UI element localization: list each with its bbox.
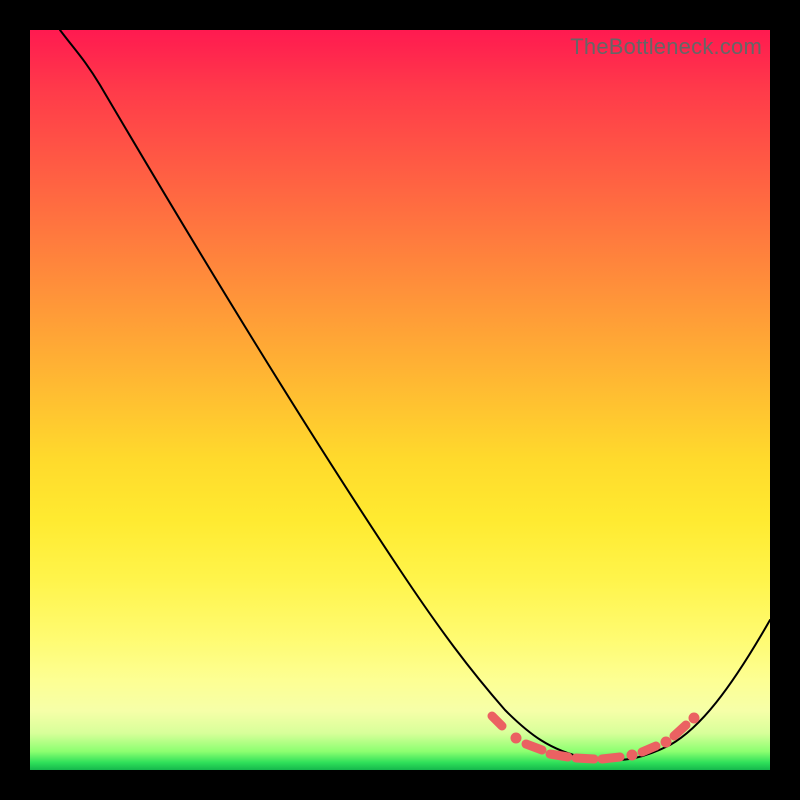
marker-dash: [576, 758, 594, 759]
chart-plot-area: TheBottleneck.com: [30, 30, 770, 770]
marker-dash: [642, 746, 656, 752]
chart-frame: TheBottleneck.com: [0, 0, 800, 800]
marker-dot: [689, 713, 699, 723]
marker-dash: [602, 757, 620, 759]
curve-line: [60, 30, 770, 760]
marker-dot: [627, 750, 637, 760]
marker-dot: [661, 737, 671, 747]
marker-dash: [526, 744, 542, 750]
marker-dash: [550, 754, 568, 757]
marker-dash: [492, 716, 502, 726]
marker-dot: [511, 733, 521, 743]
chart-overlay: [30, 30, 770, 770]
